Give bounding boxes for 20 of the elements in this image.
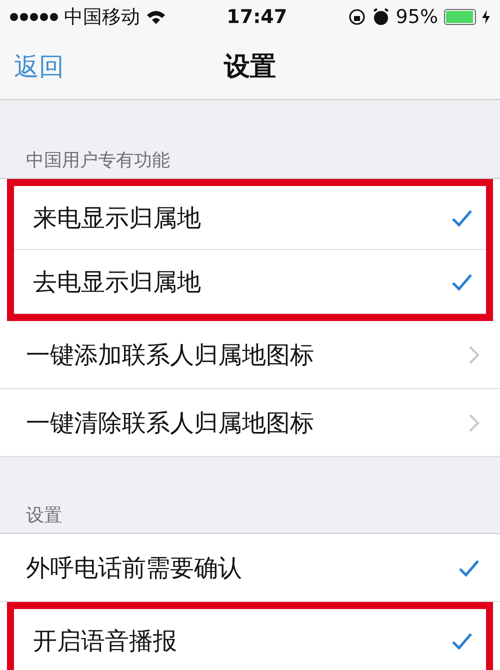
battery-icon (444, 8, 476, 24)
charging-icon (482, 10, 490, 24)
carrier-name: 中国移动 (64, 4, 140, 30)
clock-time: 17:47 (226, 6, 288, 28)
signal-icon (10, 12, 58, 20)
row-label: 一键添加联系人归属地图标 (26, 340, 315, 370)
section-header: 设置 (26, 504, 62, 527)
section-header: 中国用户专有功能 (26, 149, 170, 172)
row-label: 去电显示归属地 (33, 266, 202, 298)
row-label: 开启语音播报 (33, 626, 178, 656)
wifi-icon (146, 8, 166, 24)
alarm-icon (372, 8, 390, 26)
chevron-icon (468, 344, 480, 364)
row-label: 一键清除联系人归属地图标 (26, 408, 315, 438)
page-title: 设置 (224, 52, 276, 82)
chevron-icon (468, 412, 480, 432)
battery-percent: 95% (396, 6, 438, 28)
row-label: 外呼电话前需要确认 (26, 552, 243, 584)
rotation-lock-icon (348, 8, 366, 26)
row-label: 来电显示归属地 (33, 202, 202, 234)
